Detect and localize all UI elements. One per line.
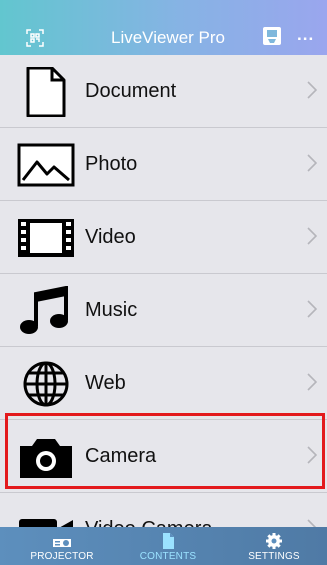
app-header: LiveViewer Pro ... bbox=[0, 0, 327, 55]
tab-settings[interactable]: SETTINGS bbox=[232, 527, 316, 565]
list-item-photo[interactable]: Photo bbox=[0, 128, 327, 201]
list-item-label: Camera bbox=[85, 445, 157, 467]
list-item-label: Photo bbox=[85, 153, 138, 175]
film-icon bbox=[18, 219, 74, 257]
list-item-label: Web bbox=[85, 372, 126, 394]
photo-icon bbox=[17, 143, 75, 187]
chevron-right-icon bbox=[307, 300, 317, 318]
tab-projector[interactable]: PROJECTOR bbox=[20, 527, 104, 565]
tab-bar: PROJECTOR CONTENTS SETTINGS bbox=[0, 527, 327, 565]
tab-contents[interactable]: CONTENTS bbox=[126, 527, 210, 565]
tab-label: SETTINGS bbox=[248, 551, 300, 562]
list-item-video[interactable]: Video bbox=[0, 201, 327, 274]
chevron-right-icon bbox=[307, 519, 317, 527]
list-item-video-camera[interactable]: Video Camera bbox=[0, 493, 327, 527]
camera-icon bbox=[20, 439, 72, 478]
music-note-icon bbox=[20, 286, 68, 334]
chevron-right-icon bbox=[307, 446, 317, 464]
document-icon bbox=[26, 67, 66, 117]
globe-icon bbox=[23, 361, 69, 407]
contents-list: Document Photo Video Music Web Camera bbox=[0, 55, 327, 527]
video-camera-icon bbox=[19, 519, 73, 527]
chevron-right-icon bbox=[307, 154, 317, 172]
list-item-camera[interactable]: Camera bbox=[0, 420, 327, 493]
list-item-document[interactable]: Document bbox=[0, 55, 327, 128]
screen-cast-icon[interactable] bbox=[262, 26, 282, 46]
list-item-label: Music bbox=[85, 299, 138, 321]
projector-icon bbox=[53, 539, 71, 547]
list-item-label: Document bbox=[85, 80, 177, 102]
list-item-label: Video bbox=[85, 226, 136, 248]
chevron-right-icon bbox=[307, 373, 317, 391]
chevron-right-icon bbox=[307, 81, 317, 99]
more-options-button[interactable]: ... bbox=[297, 26, 314, 44]
tab-label: PROJECTOR bbox=[30, 551, 94, 562]
list-item-label: Video Camera bbox=[85, 518, 212, 527]
list-item-music[interactable]: Music bbox=[0, 274, 327, 347]
tab-label: CONTENTS bbox=[139, 551, 197, 562]
gear-icon bbox=[266, 533, 282, 549]
chevron-right-icon bbox=[307, 227, 317, 245]
list-item-web[interactable]: Web bbox=[0, 347, 327, 420]
contents-icon bbox=[163, 533, 174, 549]
